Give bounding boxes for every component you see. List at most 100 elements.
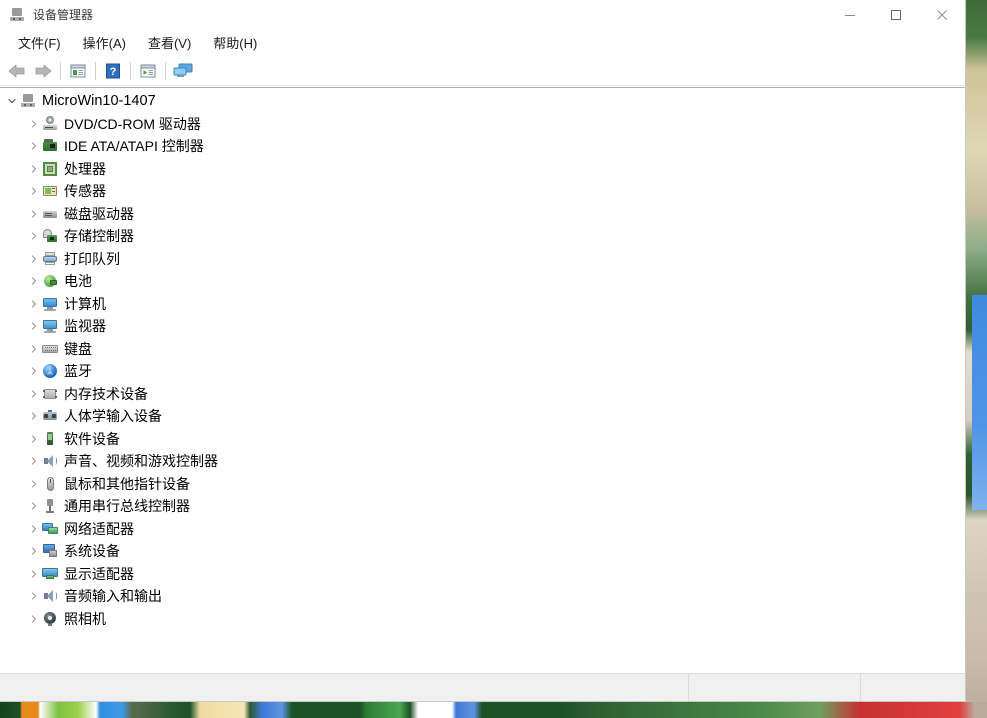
menu-help[interactable]: 帮助(H) — [202, 30, 268, 57]
chevron-down-icon[interactable] — [4, 93, 20, 109]
tree-item[interactable]: 打印队列 — [0, 248, 965, 271]
tree-item[interactable]: 照相机 — [0, 608, 965, 631]
usb-controller-icon — [42, 498, 58, 514]
tree-item-label: 声音、视频和游戏控制器 — [64, 453, 218, 470]
tree-item-label: 蓝牙 — [64, 363, 92, 380]
tree-item-label: 磁盘驱动器 — [64, 205, 134, 222]
system-device-icon — [42, 543, 58, 559]
window-title: 设备管理器 — [33, 8, 94, 22]
tree-root-label: MicroWin10-1407 — [42, 93, 156, 110]
device-tree-panel[interactable]: MicroWin10-1407 DVD/CD-ROM 驱动器 IDE ATA/AT… — [0, 87, 965, 672]
status-bar — [0, 673, 965, 701]
bluetooth-icon: ᛦ — [42, 363, 58, 379]
chevron-right-icon[interactable] — [26, 588, 42, 604]
chevron-right-icon[interactable] — [26, 386, 42, 402]
chevron-right-icon[interactable] — [26, 251, 42, 267]
audio-io-icon — [42, 588, 58, 604]
menu-action[interactable]: 操作(A) — [72, 30, 137, 57]
toolbar: ? — [0, 57, 965, 86]
menu-file[interactable]: 文件(F) — [7, 30, 72, 57]
tree-item-label: 键盘 — [64, 340, 92, 357]
tree-item-label: 传感器 — [64, 183, 106, 200]
help-button[interactable]: ? — [100, 59, 126, 83]
tree-item-label: 内存技术设备 — [64, 385, 148, 402]
tree-item-label: 计算机 — [64, 295, 106, 312]
tree-children: DVD/CD-ROM 驱动器 IDE ATA/ATAPI 控制器处理器传感器磁盘驱… — [0, 113, 965, 631]
tree-item[interactable]: 鼠标和其他指针设备 — [0, 473, 965, 496]
chevron-right-icon[interactable] — [26, 611, 42, 627]
dvd-drive-icon — [42, 115, 58, 132]
tree-item-label: 监视器 — [64, 318, 106, 335]
chevron-right-icon[interactable] — [26, 521, 42, 537]
tree-item[interactable]: DVD/CD-ROM 驱动器 — [0, 113, 965, 136]
chevron-right-icon[interactable] — [26, 116, 42, 132]
camera-icon — [42, 611, 58, 627]
tree-item-label: 电池 — [64, 273, 92, 290]
tree-item[interactable]: IDE ATA/ATAPI 控制器 — [0, 135, 965, 158]
tree-item[interactable]: 电池 — [0, 270, 965, 293]
tree-item[interactable]: 内存技术设备 — [0, 383, 965, 406]
tree-item[interactable]: 传感器 — [0, 180, 965, 203]
chevron-right-icon[interactable] — [26, 296, 42, 312]
tree-item-label: 处理器 — [64, 160, 106, 177]
status-panel-mid — [688, 674, 860, 701]
monitor-icon — [42, 318, 58, 334]
chevron-right-icon[interactable] — [26, 431, 42, 447]
show-hidden-button[interactable] — [135, 59, 161, 83]
tree-item-label: 软件设备 — [64, 430, 120, 447]
tree-item[interactable]: 软件设备 — [0, 428, 965, 451]
tree-item[interactable]: 通用串行总线控制器 — [0, 495, 965, 518]
tree-item[interactable]: 处理器 — [0, 158, 965, 181]
chevron-right-icon[interactable] — [26, 318, 42, 334]
chevron-right-icon[interactable] — [26, 273, 42, 289]
chevron-right-icon[interactable] — [26, 543, 42, 559]
menu-bar: 文件(F) 操作(A) 查看(V) 帮助(H) — [0, 30, 965, 57]
tree-item[interactable]: 声音、视频和游戏控制器 — [0, 450, 965, 473]
properties-button[interactable] — [65, 59, 91, 83]
device-manager-window: 设备管理器 文件(F) 操作(A) 查看(V) 帮助(H) ? MicroWin… — [0, 0, 966, 702]
maximize-button[interactable] — [873, 0, 919, 30]
window-controls — [827, 0, 965, 30]
battery-icon — [42, 273, 58, 289]
tree-item[interactable]: 人体学输入设备 — [0, 405, 965, 428]
tree-item[interactable]: 磁盘驱动器 — [0, 203, 965, 226]
tree-item-label: 音频输入和输出 — [64, 588, 162, 605]
close-button[interactable] — [919, 0, 965, 30]
tree-item[interactable]: 显示适配器 — [0, 563, 965, 586]
tree-item-label: 存储控制器 — [64, 228, 134, 245]
hid-device-icon — [42, 408, 58, 424]
chevron-right-icon[interactable] — [26, 498, 42, 514]
tree-item[interactable]: 系统设备 — [0, 540, 965, 563]
chevron-right-icon[interactable] — [26, 138, 42, 154]
tree-root-node[interactable]: MicroWin10-1407 — [0, 90, 965, 113]
svg-text:?: ? — [110, 66, 117, 78]
minimize-button[interactable] — [827, 0, 873, 30]
tree-item-label: 照相机 — [64, 610, 106, 627]
tree-item[interactable]: 计算机 — [0, 293, 965, 316]
taskbar[interactable] — [0, 702, 987, 718]
forward-button[interactable] — [30, 59, 56, 83]
chevron-right-icon[interactable] — [26, 476, 42, 492]
toolbar-separator — [130, 62, 131, 80]
tree-item[interactable]: 网络适配器 — [0, 518, 965, 541]
ide-controller-icon — [42, 138, 58, 154]
chevron-right-icon[interactable] — [26, 363, 42, 379]
status-panel-main — [0, 674, 688, 701]
tree-item[interactable]: 存储控制器 — [0, 225, 965, 248]
scan-hardware-button[interactable] — [170, 59, 196, 83]
chevron-right-icon[interactable] — [26, 408, 42, 424]
tree-item-label: 打印队列 — [64, 250, 120, 267]
tree-item[interactable]: ᛦ 蓝牙 — [0, 360, 965, 383]
chevron-right-icon[interactable] — [26, 183, 42, 199]
chevron-right-icon[interactable] — [26, 453, 42, 469]
tree-item[interactable]: 音频输入和输出 — [0, 585, 965, 608]
chevron-right-icon[interactable] — [26, 161, 42, 177]
chevron-right-icon[interactable] — [26, 228, 42, 244]
tree-item[interactable]: 监视器 — [0, 315, 965, 338]
chevron-right-icon[interactable] — [26, 566, 42, 582]
menu-view[interactable]: 查看(V) — [137, 30, 202, 57]
chevron-right-icon[interactable] — [26, 206, 42, 222]
chevron-right-icon[interactable] — [26, 341, 42, 357]
back-button[interactable] — [4, 59, 30, 83]
tree-item[interactable]: 键盘 — [0, 338, 965, 361]
